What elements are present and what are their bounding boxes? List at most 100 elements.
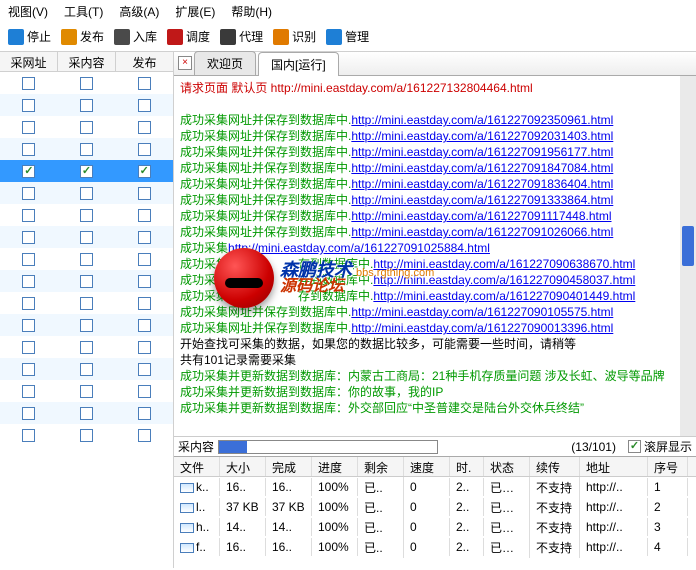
tab-active[interactable]: 国内[运行] xyxy=(258,52,339,76)
task-row[interactable] xyxy=(0,138,173,160)
checkbox[interactable] xyxy=(22,77,35,90)
grid-col-header[interactable]: 状态 xyxy=(484,457,530,476)
checkbox[interactable] xyxy=(138,77,151,90)
checkbox[interactable] xyxy=(80,231,93,244)
log-url[interactable]: http://mini.eastday.com/a/16122709040144… xyxy=(373,289,635,303)
toolbar-入库[interactable]: 入库 xyxy=(114,28,157,45)
log-scrollbar[interactable] xyxy=(680,76,696,436)
checkbox[interactable] xyxy=(80,363,93,376)
log-url[interactable]: http://mini.eastday.com/a/16122709133386… xyxy=(351,193,613,207)
grid-row[interactable]: f..16..16..100%已..02..已完成不支持http://..4 xyxy=(174,537,696,557)
checkbox[interactable] xyxy=(80,121,93,134)
log-url[interactable]: http://mini.eastday.com/a/16122709183640… xyxy=(351,177,613,191)
toolbar-识别[interactable]: 识别 xyxy=(273,28,316,45)
checkbox[interactable] xyxy=(22,275,35,288)
checkbox[interactable] xyxy=(22,99,35,112)
checkbox[interactable] xyxy=(138,319,151,332)
log-url[interactable]: http://mini.eastday.com/a/16122709001339… xyxy=(351,321,613,335)
checkbox[interactable] xyxy=(138,385,151,398)
log-url[interactable]: http://mini.eastday.com/a/16122709184708… xyxy=(351,161,613,175)
menu-item[interactable]: 视图(V) xyxy=(8,3,48,20)
checkbox[interactable] xyxy=(138,231,151,244)
checkbox[interactable] xyxy=(80,187,93,200)
task-row[interactable] xyxy=(0,314,173,336)
grid-col-header[interactable]: 大小 xyxy=(220,457,266,476)
menu-item[interactable]: 帮助(H) xyxy=(231,3,272,20)
checkbox[interactable] xyxy=(22,429,35,442)
toolbar-管理[interactable]: 管理 xyxy=(326,28,369,45)
checkbox[interactable] xyxy=(138,99,151,112)
log-url[interactable]: http://mini.eastday.com/a/16122709235096… xyxy=(351,113,613,127)
checkbox[interactable] xyxy=(138,187,151,200)
menu-item[interactable]: 扩展(E) xyxy=(175,3,215,20)
grid-col-header[interactable]: 剩余 xyxy=(358,457,404,476)
checkbox[interactable] xyxy=(138,297,151,310)
checkbox[interactable] xyxy=(22,385,35,398)
grid-row[interactable]: l..37 KB37 KB100%已..02..已完成不支持http://..2 xyxy=(174,497,696,517)
grid-col-header[interactable]: 续传 xyxy=(530,457,580,476)
task-row[interactable] xyxy=(0,380,173,402)
grid-col-header[interactable]: 地址 xyxy=(580,457,648,476)
task-row[interactable] xyxy=(0,402,173,424)
checkbox[interactable] xyxy=(80,319,93,332)
checkbox[interactable] xyxy=(22,253,35,266)
task-row[interactable] xyxy=(0,336,173,358)
checkbox[interactable] xyxy=(80,143,93,156)
checkbox[interactable] xyxy=(138,429,151,442)
checkbox[interactable] xyxy=(138,165,151,178)
log-url[interactable]: http://mini.eastday.com/a/16122709203140… xyxy=(351,129,613,143)
checkbox[interactable] xyxy=(138,209,151,222)
task-row[interactable] xyxy=(0,424,173,446)
checkbox[interactable] xyxy=(80,209,93,222)
task-row[interactable] xyxy=(0,72,173,94)
log-url[interactable]: http://mini.eastday.com/a/16122709063867… xyxy=(373,257,635,271)
grid-col-header[interactable]: 速度 xyxy=(404,457,450,476)
checkbox[interactable] xyxy=(80,99,93,112)
checkbox[interactable] xyxy=(22,407,35,420)
checkbox[interactable] xyxy=(22,363,35,376)
grid-col-header[interactable]: 完成 xyxy=(266,457,312,476)
checkbox[interactable] xyxy=(138,341,151,354)
checkbox[interactable] xyxy=(138,143,151,156)
task-row[interactable] xyxy=(0,182,173,204)
task-row[interactable] xyxy=(0,358,173,380)
task-row[interactable] xyxy=(0,94,173,116)
task-row[interactable] xyxy=(0,270,173,292)
menu-item[interactable]: 高级(A) xyxy=(119,3,159,20)
tab-welcome[interactable]: 欢迎页 xyxy=(194,51,256,75)
checkbox[interactable] xyxy=(22,209,35,222)
log-url[interactable]: http://mini.eastday.com/a/16122709102606… xyxy=(351,225,613,239)
toolbar-发布[interactable]: 发布 xyxy=(61,28,104,45)
checkbox[interactable] xyxy=(138,121,151,134)
left-col-header[interactable]: 发布 xyxy=(116,52,173,71)
toolbar-调度[interactable]: 调度 xyxy=(167,28,210,45)
checkbox[interactable] xyxy=(80,77,93,90)
grid-row[interactable]: h..14..14..100%已..02..已完成不支持http://..3 xyxy=(174,517,696,537)
checkbox[interactable] xyxy=(138,253,151,266)
checkbox[interactable] xyxy=(80,407,93,420)
checkbox[interactable] xyxy=(22,187,35,200)
task-row[interactable] xyxy=(0,248,173,270)
checkbox[interactable] xyxy=(138,363,151,376)
log-url[interactable]: http://mini.eastday.com/a/16122709010557… xyxy=(351,305,613,319)
checkbox[interactable] xyxy=(138,407,151,420)
checkbox[interactable] xyxy=(22,297,35,310)
log-url[interactable]: http://mini.eastday.com/a/16122709195617… xyxy=(351,145,613,159)
toolbar-代理[interactable]: 代理 xyxy=(220,28,263,45)
scroll-checkbox[interactable]: 滚屏显示 xyxy=(628,438,692,455)
grid-col-header[interactable]: 时. xyxy=(450,457,484,476)
checkbox[interactable] xyxy=(80,297,93,310)
grid-col-header[interactable]: 序号 xyxy=(648,457,688,476)
checkbox[interactable] xyxy=(80,341,93,354)
checkbox[interactable] xyxy=(22,165,35,178)
left-col-header[interactable]: 采网址 xyxy=(0,52,58,71)
task-row[interactable] xyxy=(0,226,173,248)
close-tab-icon[interactable]: × xyxy=(178,56,192,70)
log-url[interactable]: http://mini.eastday.com/a/16122709102588… xyxy=(228,241,490,255)
checkbox[interactable] xyxy=(22,231,35,244)
checkbox[interactable] xyxy=(22,341,35,354)
grid-col-header[interactable]: 文件 xyxy=(174,457,220,476)
grid-row[interactable]: k..16..16..100%已..02..已完成不支持http://..1 xyxy=(174,477,696,497)
checkbox[interactable] xyxy=(22,143,35,156)
task-row[interactable] xyxy=(0,116,173,138)
